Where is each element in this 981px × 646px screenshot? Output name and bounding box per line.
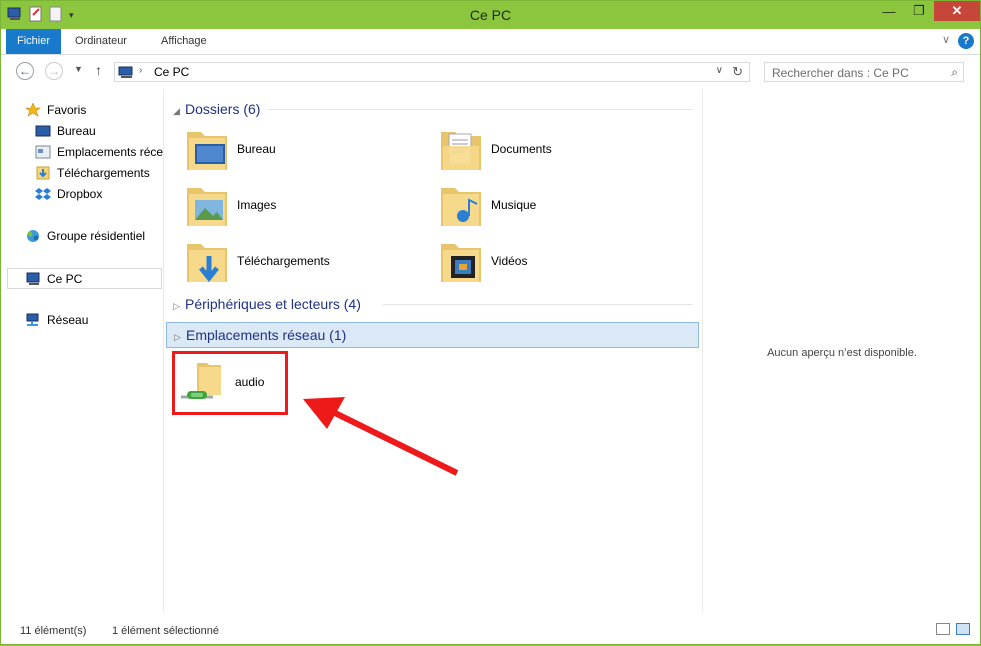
forward-button[interactable]: → (45, 62, 63, 80)
pc-icon (118, 66, 136, 82)
downloads-icon (35, 166, 51, 180)
videos-folder-icon (441, 244, 481, 282)
search-input[interactable]: Rechercher dans : Ce PC ⌕ (764, 62, 964, 82)
tab-view[interactable]: Affichage (150, 29, 218, 54)
dropbox-icon (35, 187, 51, 201)
breadcrumb-separator-icon[interactable]: › (139, 65, 142, 76)
downloads-folder-icon (187, 244, 227, 283)
title-bar: ▾ Ce PC — ❐ ✕ (1, 1, 980, 29)
music-folder-icon (441, 188, 481, 226)
folder-documents[interactable]: Documents (439, 124, 679, 180)
group-network-locations[interactable]: ▷ Emplacements réseau (1) (166, 322, 699, 348)
status-bar: 11 élément(s) 1 élément sélectionné (1, 617, 980, 644)
search-icon[interactable]: ⌕ (951, 65, 958, 80)
folder-pictures[interactable]: Images (185, 180, 425, 236)
window-title: Ce PC (469, 7, 512, 23)
ribbon-expand-icon[interactable]: ∨ (942, 33, 950, 46)
folder-downloads[interactable]: Téléchargements (185, 236, 425, 292)
preview-pane: Aucun aperçu n’est disponible. (702, 89, 981, 612)
pictures-folder-icon (187, 188, 227, 226)
group-rule (268, 109, 693, 110)
nav-this-pc[interactable]: Ce PC (7, 268, 162, 289)
folder-videos[interactable]: Vidéos (439, 236, 679, 292)
collapse-icon[interactable]: ◢ (173, 100, 180, 122)
close-button[interactable]: ✕ (934, 1, 980, 21)
refresh-icon[interactable]: ↻ (732, 64, 743, 80)
recent-places-icon (35, 145, 51, 159)
navigation-pane: Favoris Bureau Emplacements récents Télé… (1, 89, 164, 612)
folder-desktop[interactable]: Bureau (185, 124, 425, 180)
highlight-box (172, 351, 288, 415)
tab-file[interactable]: Fichier (6, 29, 62, 54)
desktop-folder-icon (187, 132, 227, 170)
expand-icon[interactable]: ▷ (174, 325, 181, 349)
navigation-bar: ← → ▼ ↑ › Ce PC ∨ ↻ Rechercher dans : Ce… (1, 55, 980, 89)
desktop-icon (35, 124, 51, 138)
back-button[interactable]: ← (16, 62, 34, 80)
address-bar[interactable]: › Ce PC ∨ ↻ (114, 62, 750, 82)
folder-music[interactable]: Musique (439, 180, 679, 236)
group-devices[interactable]: ▷ Périphériques et lecteurs (4) (173, 293, 693, 315)
large-icons-view-icon[interactable] (956, 623, 970, 635)
homegroup-icon (25, 229, 41, 243)
details-view-icon[interactable] (936, 623, 950, 635)
explorer-window: ▾ Ce PC — ❐ ✕ Fichier Ordinateur Afficha… (0, 0, 981, 645)
selection-count: 1 élément sélectionné (112, 625, 220, 637)
search-placeholder: Rechercher dans : Ce PC (772, 66, 909, 80)
preview-message: Aucun aperçu n’est disponible. (767, 347, 917, 359)
group-folders[interactable]: ◢ Dossiers (6) (173, 98, 693, 120)
item-count: 11 élément(s) (20, 625, 87, 637)
group-rule (383, 304, 693, 305)
expand-icon[interactable]: ▷ (173, 295, 180, 317)
window-controls: — ❐ ✕ (874, 1, 980, 21)
recent-locations-icon[interactable]: ▼ (74, 64, 83, 74)
ribbon: Fichier Ordinateur Affichage ∨ ? (1, 29, 980, 55)
address-dropdown-icon[interactable]: ∨ (716, 65, 723, 76)
star-icon (25, 102, 41, 117)
tab-computer[interactable]: Ordinateur (64, 29, 138, 54)
up-button[interactable]: ↑ (95, 62, 102, 78)
breadcrumb[interactable]: Ce PC (154, 65, 189, 79)
documents-folder-icon (441, 132, 481, 170)
network-icon (25, 313, 41, 327)
pc-icon (26, 272, 42, 286)
minimize-button[interactable]: — (874, 1, 904, 21)
help-icon[interactable]: ? (958, 33, 974, 49)
view-switcher (936, 623, 970, 635)
maximize-button[interactable]: ❐ (904, 1, 934, 21)
